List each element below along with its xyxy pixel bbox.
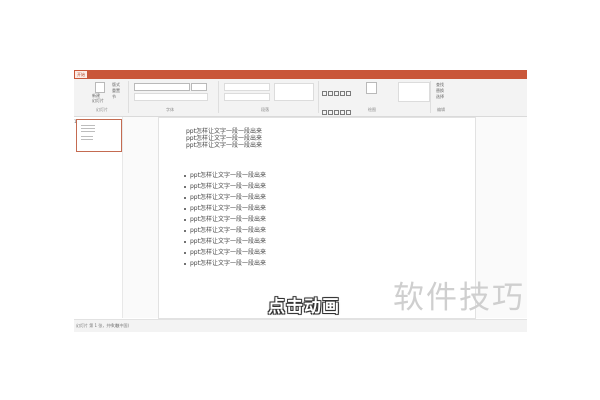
thumbnail-text-line: [81, 128, 95, 129]
bullet-dot: [184, 229, 186, 232]
replace-button[interactable]: 替换: [436, 88, 444, 93]
bullet-item[interactable]: ppt怎样让文字一段一段出来: [184, 227, 266, 234]
group-divider: [218, 81, 219, 113]
bullet-dot: [184, 262, 186, 265]
tab-home[interactable]: 开始: [75, 71, 87, 78]
bullet-dot: [184, 196, 186, 199]
font-format-row[interactable]: [134, 93, 208, 101]
bullet-item[interactable]: ppt怎样让文字一段一段出来: [184, 183, 266, 190]
thumbnail-text-line: [81, 136, 93, 137]
group-paragraph-label: 段落: [261, 107, 269, 112]
video-caption: 点击动画: [268, 297, 340, 317]
paragraph-list-row[interactable]: [224, 83, 270, 91]
thumbnail-text-line: [81, 139, 93, 140]
group-editing-label: 编辑: [437, 107, 445, 112]
group-divider: [318, 81, 319, 113]
language-status[interactable]: 中文(中国): [110, 323, 129, 329]
slide-thumbnails-panel: 1: [74, 117, 123, 318]
thumbnail-text-line: [81, 125, 95, 126]
title-bar: 开始: [74, 70, 527, 79]
reset-button[interactable]: 重置: [112, 88, 120, 93]
bullet-item[interactable]: ppt怎样让文字一段一段出来: [184, 249, 266, 256]
bullet-item[interactable]: ppt怎样让文字一段一段出来: [184, 172, 266, 179]
bullet-item[interactable]: ppt怎样让文字一段一段出来: [184, 194, 266, 201]
font-size-dropdown[interactable]: [191, 83, 207, 91]
shapes-gallery[interactable]: [322, 82, 352, 134]
group-drawing-label: 绘图: [368, 107, 376, 112]
status-bar: 幻灯片 第 1 张，共 1 张 中文(中国): [74, 319, 527, 332]
group-divider: [430, 81, 431, 113]
slide-text-line[interactable]: ppt怎样让文字一段一段出来: [186, 128, 262, 135]
font-name-dropdown[interactable]: [134, 83, 190, 91]
ribbon: 新建 幻灯片 版式 重置 节 幻灯片 字体 段落 绘图 查找 替换 选择 编辑: [74, 79, 527, 134]
slide-thumbnail[interactable]: [76, 119, 122, 152]
shape-styles[interactable]: [398, 82, 430, 102]
layout-button[interactable]: 版式: [112, 82, 120, 87]
bullet-item[interactable]: ppt怎样让文字一段一段出来: [184, 205, 266, 212]
thumbnail-text-line: [81, 131, 95, 132]
bullet-dot: [184, 251, 186, 254]
watermark: 软件技巧: [393, 280, 525, 316]
group-font-label: 字体: [166, 107, 174, 112]
bullet-item[interactable]: ppt怎样让文字一段一段出来: [184, 260, 266, 267]
bullet-item[interactable]: ppt怎样让文字一段一段出来: [184, 216, 266, 223]
slide-text-line[interactable]: ppt怎样让文字一段一段出来: [186, 135, 262, 142]
arrange-icon[interactable]: [366, 82, 377, 94]
section-button[interactable]: 节: [112, 94, 116, 99]
bullet-dot: [184, 218, 186, 221]
bullet-dot: [184, 185, 186, 188]
new-slide-button[interactable]: 新建 幻灯片: [92, 93, 108, 103]
group-slides-label: 幻灯片: [96, 107, 108, 112]
new-slide-icon[interactable]: [95, 82, 105, 93]
bullet-item[interactable]: ppt怎样让文字一段一段出来: [184, 238, 266, 245]
paragraph-align-row[interactable]: [224, 93, 270, 101]
bullet-dot: [184, 240, 186, 243]
slide-text-line[interactable]: ppt怎样让文字一段一段出来: [186, 142, 262, 149]
text-direction-tools[interactable]: [274, 83, 314, 101]
bullet-dot: [184, 207, 186, 210]
bullet-dot: [184, 174, 186, 177]
find-button[interactable]: 查找: [436, 82, 444, 87]
select-button[interactable]: 选择: [436, 94, 444, 99]
group-divider: [128, 81, 129, 113]
